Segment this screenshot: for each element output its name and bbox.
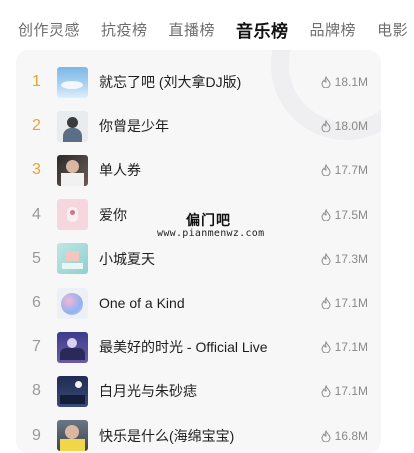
heat-value-wrap: 17.3M <box>311 252 381 266</box>
song-title: 白月光与朱砂痣 <box>99 383 197 400</box>
song-title: 就忘了吧 (刘大拿DJ版) <box>99 74 242 91</box>
heat-value-wrap: 16.8M <box>311 429 381 443</box>
album-cover <box>57 420 88 452</box>
tab-music[interactable]: 音乐榜 <box>236 17 289 42</box>
song-list: 1 就忘了吧 (刘大拿DJ版) 18.1M 2 你曾是少年 18.0M 3 单人… <box>16 60 381 453</box>
tab-anti-epidemic[interactable]: 抗疫榜 <box>101 19 148 40</box>
song-title: 单人券 <box>99 162 141 179</box>
tab-brand[interactable]: 品牌榜 <box>310 19 357 40</box>
watermark-url: www.pianmenwz.com <box>157 228 265 239</box>
song-title: One of a Kind <box>99 295 185 312</box>
song-title: 小城夏天 <box>99 250 155 267</box>
album-cover <box>57 287 88 319</box>
song-row[interactable]: 5 小城夏天 17.3M <box>16 237 381 281</box>
heat-value: 16.8M <box>334 428 368 443</box>
watermark-name: 偏门吧 <box>186 212 231 228</box>
flame-icon <box>321 429 331 442</box>
album-cover <box>57 375 88 407</box>
flame-icon <box>321 76 331 89</box>
flame-icon <box>321 252 331 265</box>
heat-value: 18.1M <box>334 75 368 90</box>
rank-number: 5 <box>32 249 41 267</box>
rank-number: 9 <box>32 426 41 444</box>
heat-value-wrap: 17.1M <box>311 384 381 398</box>
song-row[interactable]: 8 白月光与朱砂痣 17.1M <box>16 369 381 413</box>
song-row[interactable]: 2 你曾是少年 18.0M <box>16 104 381 148</box>
flame-icon <box>321 385 331 398</box>
music-chart-panel: 1 就忘了吧 (刘大拿DJ版) 18.1M 2 你曾是少年 18.0M 3 单人… <box>16 50 381 453</box>
heat-value-wrap: 17.1M <box>311 340 381 354</box>
heat-value: 17.1M <box>334 296 368 311</box>
heat-value: 17.7M <box>334 163 368 178</box>
flame-icon <box>321 297 331 310</box>
album-cover <box>57 331 88 363</box>
rank-number: 7 <box>32 338 41 356</box>
album-cover <box>57 66 88 98</box>
rank-number: 1 <box>32 73 41 91</box>
album-cover <box>57 243 88 275</box>
heat-value: 17.5M <box>334 207 368 222</box>
rank-number: 8 <box>32 382 41 400</box>
tab-movie[interactable]: 电影 <box>377 19 408 40</box>
heat-value-wrap: 17.7M <box>311 163 381 177</box>
heat-value: 18.0M <box>334 119 368 134</box>
song-title: 快乐是什么(海绵宝宝) <box>99 427 235 444</box>
rank-number: 4 <box>32 205 41 223</box>
flame-icon <box>321 164 331 177</box>
song-row[interactable]: 3 单人券 17.7M <box>16 148 381 192</box>
song-row[interactable]: 7 最美好的时光 - Official Live 17.1M <box>16 325 381 369</box>
heat-value: 17.3M <box>334 251 368 266</box>
rank-number: 2 <box>32 117 41 135</box>
album-cover <box>57 110 88 142</box>
song-title: 最美好的时光 - Official Live <box>99 339 268 356</box>
heat-value: 17.1M <box>334 340 368 355</box>
flame-icon <box>321 341 331 354</box>
rank-number: 6 <box>32 294 41 312</box>
heat-value: 17.1M <box>334 384 368 399</box>
flame-icon <box>321 208 331 221</box>
song-row[interactable]: 9 快乐是什么(海绵宝宝) 16.8M <box>16 414 381 453</box>
album-cover <box>57 199 88 231</box>
heat-value-wrap: 17.1M <box>311 296 381 310</box>
rank-number: 3 <box>32 161 41 179</box>
song-row[interactable]: 6 One of a Kind 17.1M <box>16 281 381 325</box>
song-title: 你曾是少年 <box>99 118 169 135</box>
tab-creative-inspiration[interactable]: 创作灵感 <box>18 19 80 40</box>
tab-live[interactable]: 直播榜 <box>169 19 216 40</box>
heat-value-wrap: 17.5M <box>311 208 381 222</box>
album-cover <box>57 154 88 186</box>
song-row[interactable]: 1 就忘了吧 (刘大拿DJ版) 18.1M <box>16 60 381 104</box>
heat-value-wrap: 18.1M <box>311 75 381 89</box>
flame-icon <box>321 120 331 133</box>
heat-value-wrap: 18.0M <box>311 119 381 133</box>
